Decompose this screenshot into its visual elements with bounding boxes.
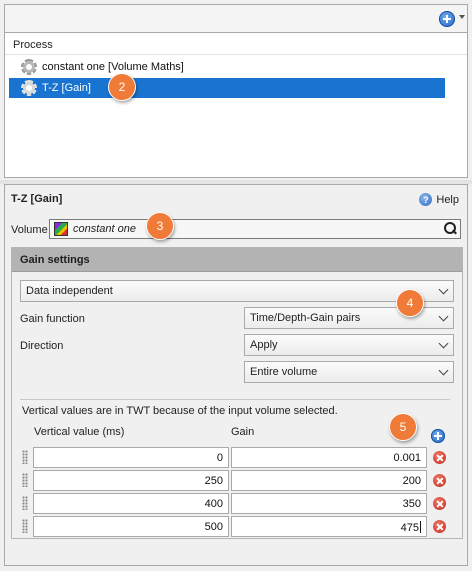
gain-value-cell[interactable]: 0.001: [231, 447, 427, 468]
vertical-value-cell[interactable]: 250: [33, 470, 229, 491]
delete-row-icon[interactable]: [433, 451, 446, 464]
process-item-tz-gain[interactable]: T-Z [Gain]: [9, 78, 445, 98]
process-item-label: T-Z [Gain]: [42, 82, 91, 94]
process-toolbar: [4, 4, 468, 32]
volume-label: Volume: [11, 224, 48, 236]
gain-function-select[interactable]: Time/Depth-Gain pairs: [244, 307, 454, 329]
extent-select[interactable]: Entire volume: [244, 361, 454, 383]
search-icon[interactable]: [444, 222, 457, 235]
gear-icon: [21, 80, 37, 96]
callout-badge: 5: [389, 413, 417, 441]
vertical-value-cell[interactable]: 500: [33, 516, 229, 537]
chevron-down-icon: [438, 338, 449, 349]
text-cursor: [420, 521, 421, 533]
process-item-volume-maths[interactable]: constant one [Volume Maths]: [9, 57, 465, 77]
callout-badge: 2: [108, 73, 136, 101]
gain-value-text: 475: [400, 522, 419, 534]
chevron-down-icon: [438, 365, 449, 376]
help-label: Help: [436, 193, 459, 206]
add-menu-caret-icon[interactable]: [459, 15, 465, 19]
gain-pairs-table: 0 0.001 250 200 400 350 500 475: [18, 446, 450, 538]
table-row: 250 200: [18, 469, 450, 492]
direction-select[interactable]: Apply: [244, 334, 454, 356]
drag-handle-icon[interactable]: [22, 473, 28, 487]
twt-info-text: Vertical values are in TWT because of th…: [22, 405, 338, 417]
gain-function-label: Gain function: [20, 313, 85, 325]
drag-handle-icon[interactable]: [22, 519, 28, 533]
callout-badge: 4: [396, 289, 424, 317]
add-row-icon[interactable]: [431, 429, 445, 443]
mode-select[interactable]: Data independent: [20, 280, 454, 302]
chevron-down-icon: [438, 311, 449, 322]
process-list: Process constant one [Volume Maths] T-Z …: [4, 32, 468, 178]
gain-value-cell[interactable]: 475: [231, 516, 427, 537]
process-column-header: Process: [5, 33, 467, 55]
direction-value: Apply: [250, 339, 278, 351]
section-divider: [20, 399, 450, 400]
gain-settings-header[interactable]: Gain settings: [12, 248, 462, 272]
help-icon: ?: [419, 193, 433, 206]
mode-value: Data independent: [26, 285, 113, 297]
gain-value-cell[interactable]: 200: [231, 470, 427, 491]
vertical-value-cell[interactable]: 0: [33, 447, 229, 468]
direction-label: Direction: [20, 340, 64, 352]
delete-row-icon[interactable]: [433, 520, 446, 533]
process-item-label: constant one [Volume Maths]: [42, 61, 184, 73]
help-button[interactable]: ? Help: [419, 193, 459, 206]
gear-icon: [21, 59, 37, 75]
volume-input[interactable]: constant one: [49, 219, 461, 239]
gain-function-value: Time/Depth-Gain pairs: [250, 312, 361, 324]
table-row: 0 0.001: [18, 446, 450, 469]
extent-value: Entire volume: [250, 366, 318, 378]
table-row: 500 475: [18, 515, 450, 538]
drag-handle-icon[interactable]: [22, 496, 28, 510]
add-process-icon[interactable]: [439, 11, 455, 27]
column-header-vertical: Vertical value (ms): [34, 426, 125, 438]
vertical-value-cell[interactable]: 400: [33, 493, 229, 514]
gain-process-window: Process constant one [Volume Maths] T-Z …: [0, 0, 472, 571]
delete-row-icon[interactable]: [433, 474, 446, 487]
column-header-gain: Gain: [231, 426, 255, 438]
drag-handle-icon[interactable]: [22, 450, 28, 464]
table-row: 400 350: [18, 492, 450, 515]
volume-value: constant one: [73, 223, 136, 235]
callout-badge: 3: [146, 212, 174, 240]
settings-title: T-Z [Gain]: [11, 193, 63, 205]
gain-value-cell[interactable]: 350: [231, 493, 427, 514]
delete-row-icon[interactable]: [433, 497, 446, 510]
volume-cube-icon: [54, 222, 68, 236]
chevron-down-icon: [438, 284, 449, 295]
